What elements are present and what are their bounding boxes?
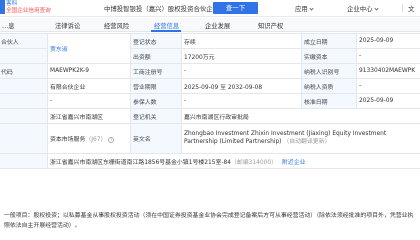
cell-value: -	[356, 78, 420, 94]
cell-value: MAEWPK2K-9	[47, 63, 131, 79]
nav-enterprise-center[interactable]: 企业中心	[347, 4, 379, 13]
cell-value: -	[181, 63, 302, 79]
cell-label	[0, 123, 48, 154]
cell-value: 浙江省嘉兴市南湖区东栅街道南江路1856号基金小镇1号楼215室-84（邮编31…	[47, 153, 420, 169]
postal-code: （邮编314000）	[230, 159, 278, 166]
business-info-table: 合伙人 贾东淑 登记状态 存续 成立日期 2025-09-09 出资额 1720…	[0, 33, 420, 169]
partner-link[interactable]: 贾东淑	[50, 47, 68, 53]
table-row: 代码 MAEWPK2K-9 工商注册号 - 纳税人识别号 91330402MAE…	[0, 63, 420, 79]
cell-label	[0, 78, 48, 94]
logo-mark[interactable]	[0, 0, 5, 14]
nav-partial[interactable]: 文	[408, 4, 414, 13]
industry-code-text: J67	[91, 137, 101, 143]
cell-value: 91330402MAEWPK	[356, 63, 420, 79]
translation-note: （自动翻译更新）	[283, 138, 331, 145]
cell-value: 2025-09-09	[356, 93, 420, 109]
cell-label: 代码	[0, 63, 48, 79]
cell-label: 纳税人识别号	[301, 63, 357, 79]
cell-label	[0, 108, 48, 124]
tab-basic-info[interactable]: …息	[2, 21, 15, 30]
search-button[interactable]: 查一下	[213, 2, 258, 14]
cell-label: 登记状态	[130, 33, 182, 49]
business-scope: 一般项目：股权投资；以私募基金从事股权投资活动（须在中国证券投资基金业协会完成登…	[4, 213, 414, 229]
cell-label	[0, 93, 48, 109]
cell-value: 17200万元	[181, 48, 302, 64]
nav-apps[interactable]: 应用	[295, 4, 314, 13]
cell-label: 合伙人	[0, 33, 48, 49]
table-row: 浙江省嘉兴市南湖区 登记机关 嘉兴市南湖区行政审批局	[0, 108, 420, 124]
tab-operations[interactable]: 经营信息	[154, 21, 179, 30]
nav-apps-label: 应用	[295, 5, 308, 13]
industry-code: （J67）	[85, 137, 107, 143]
address-value: 浙江省嘉兴市南湖区东栅街道南江路1856号基金小镇1号楼215室-84	[50, 159, 231, 166]
cell-label	[0, 153, 48, 169]
cell-label	[0, 48, 48, 64]
nav-divider	[402, 4, 403, 12]
logo-line2: 全国企业信用查询	[6, 7, 51, 14]
cell-value: 资本市场服务（J67）?	[47, 123, 131, 154]
cell-label: 英文名	[130, 123, 182, 154]
cell-label: 实缴资本	[301, 48, 357, 64]
table-row: 浙江省嘉兴市南湖区东栅街道南江路1856号基金小镇1号楼215室-84（邮编31…	[0, 153, 420, 169]
cell-label: 纳税人资质	[301, 78, 357, 94]
cell-value: 2025-09-09 至 2032-09-08	[181, 78, 302, 94]
cell-label: 核准日期	[301, 93, 357, 109]
tab-ip[interactable]: 知识产权	[258, 21, 283, 30]
cell-value: 嘉兴市南湖区行政审批局	[181, 108, 420, 124]
cell-value: 有限合伙企业	[47, 78, 131, 94]
cell-value: -	[181, 93, 302, 109]
cell-label: 参保人数	[130, 93, 182, 109]
tab-legal[interactable]: 法律诉讼	[55, 21, 80, 30]
chevron-down-icon	[309, 6, 314, 11]
cell-label: 营业期限	[130, 78, 182, 94]
active-tab-indicator	[151, 30, 181, 32]
nearby-companies-link[interactable]: 附近企业	[282, 160, 306, 166]
cell-value: -	[356, 48, 420, 64]
tab-development[interactable]: 企业发展	[205, 21, 230, 30]
cell-value: Zhongbao Investment Zhixin Investment (J…	[181, 123, 420, 154]
help-icon[interactable]: ?	[108, 136, 115, 143]
industry-value: 资本市场服务	[50, 137, 86, 143]
table-row: 合伙人 贾东淑 登记状态 存续 成立日期 2025-09-09	[0, 33, 420, 64]
cell-value: 贾东淑	[47, 33, 131, 64]
cell-value: 2025-09-09	[356, 33, 420, 49]
table-row: 有限合伙企业 营业期限 2025-09-09 至 2032-09-08 纳税人资…	[0, 78, 420, 94]
cell-value: 浙江省嘉兴市南湖区	[47, 108, 131, 124]
cell-value: 存续	[181, 33, 302, 49]
cell-label: 出资额	[130, 48, 182, 64]
tab-bar: …息 法律诉讼 经营风险 经营信息 企业发展 知识产权	[0, 18, 420, 32]
table-row: - 参保人数 - 核准日期 2025-09-09	[0, 93, 420, 109]
chevron-down-icon	[373, 6, 379, 11]
table-row: 资本市场服务（J67）? 英文名 Zhongbao Investment Zhi…	[0, 123, 420, 154]
company-title: 中博投智银投（嘉兴）股权投资合伙企业（有限…	[104, 5, 214, 13]
tab-risk[interactable]: 经营风险	[104, 21, 129, 30]
cell-label: 成立日期	[301, 33, 357, 49]
cell-label: 工商注册号	[130, 63, 182, 79]
logo[interactable]: 客科 全国企业信用查询	[6, 1, 51, 14]
cell-label: 登记机关	[130, 108, 182, 124]
top-header: 客科 全国企业信用查询 中博投智银投（嘉兴）股权投资合伙企业（有限… 查一下 应…	[0, 0, 420, 17]
cell-value: -	[47, 93, 131, 109]
nav-enterprise-label: 企业中心	[347, 5, 373, 13]
